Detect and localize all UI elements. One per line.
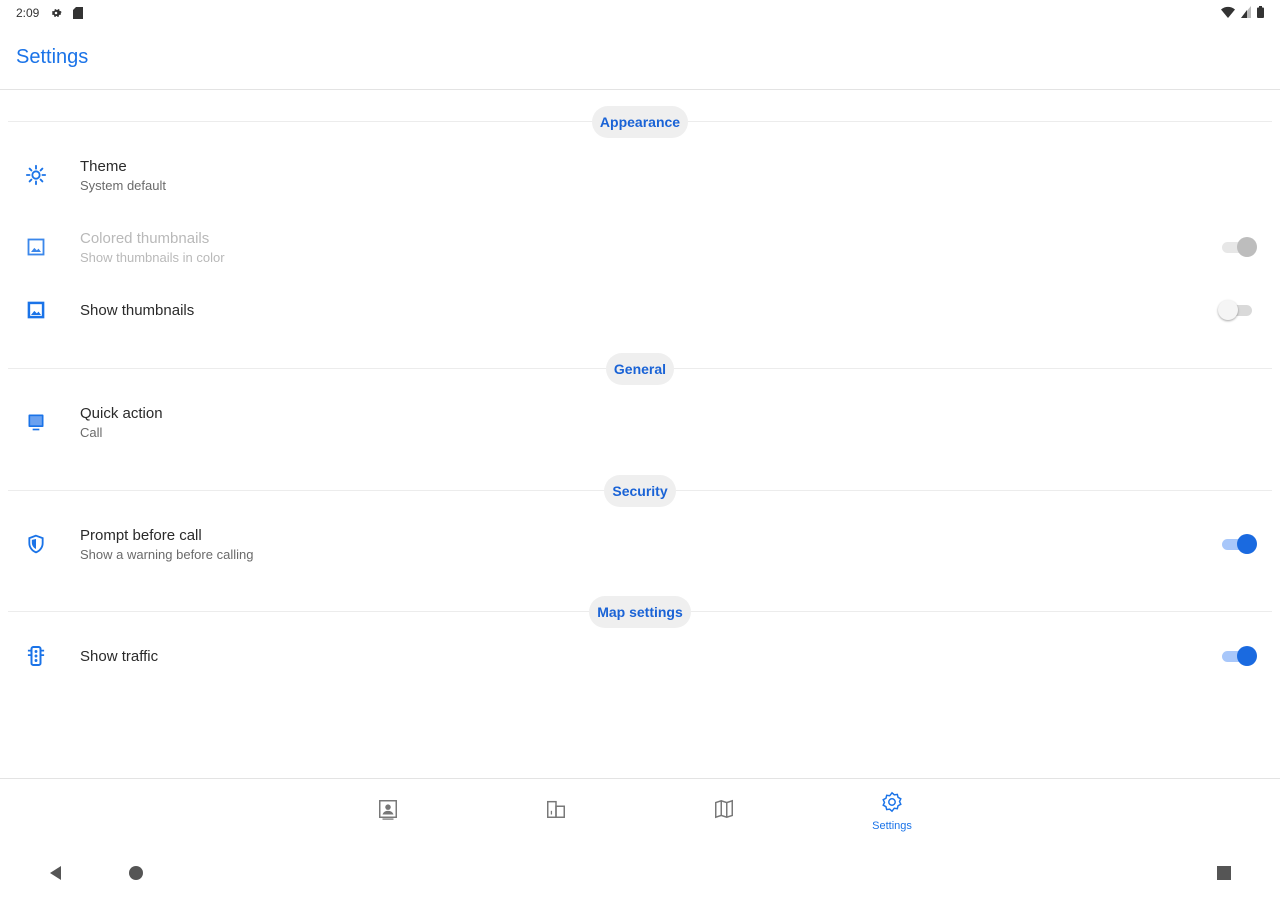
brightness-icon — [24, 163, 48, 187]
nav-item-settings[interactable]: Settings — [852, 779, 932, 843]
setting-label: Colored thumbnails — [80, 229, 210, 247]
shield-icon — [24, 532, 48, 556]
status-bar: 2:09 — [0, 0, 1280, 26]
setting-colored-thumbnails: Colored thumbnails Show thumbnails in co… — [0, 215, 1280, 279]
sim-card-icon — [71, 6, 85, 20]
page-title: Settings — [16, 46, 89, 68]
wifi-icon — [1221, 6, 1235, 21]
section-header-general: General — [8, 352, 1272, 386]
show-traffic-switch[interactable] — [1220, 645, 1257, 667]
show-thumbnails-switch[interactable] — [1218, 299, 1254, 321]
app-bar: Settings — [0, 26, 1280, 90]
settings-status-icon — [49, 6, 63, 20]
traffic-icon — [24, 644, 48, 668]
section-header-appearance: Appearance — [8, 105, 1272, 139]
contacts-icon — [377, 798, 399, 825]
setting-value: Call — [80, 424, 103, 440]
quick-action-icon — [24, 410, 48, 434]
setting-label: Show traffic — [80, 647, 159, 665]
setting-show-thumbnails[interactable]: Show thumbnails — [0, 278, 1280, 342]
setting-label: Theme — [80, 157, 127, 175]
setting-value: System default — [80, 177, 166, 193]
setting-label: Quick action — [80, 404, 163, 422]
status-time: 2:09 — [16, 6, 40, 20]
home-icon[interactable] — [123, 860, 149, 886]
setting-prompt-before-call[interactable]: Prompt before call Show a warning before… — [0, 512, 1280, 576]
recents-icon[interactable] — [1211, 860, 1237, 886]
nav-item-map[interactable] — [684, 779, 764, 843]
buildings-icon — [545, 798, 567, 825]
map-icon — [713, 798, 735, 825]
setting-description: Show thumbnails in color — [80, 249, 225, 265]
signal-icon — [1241, 5, 1251, 21]
nav-label-settings: Settings — [872, 819, 912, 832]
setting-description: Show a warning before calling — [80, 546, 254, 562]
section-header-security: Security — [8, 474, 1272, 508]
prompt-before-call-switch[interactable] — [1220, 533, 1257, 555]
bottom-navigation: Settings — [0, 778, 1280, 842]
setting-label: Show thumbnails — [80, 301, 195, 319]
colored-thumbnails-switch — [1220, 236, 1257, 258]
setting-quick-action[interactable]: Quick action Call — [0, 390, 1280, 454]
section-chip-security: Security — [604, 475, 676, 507]
system-navigation-bar — [0, 846, 1280, 900]
battery-icon — [1257, 5, 1264, 21]
image-outline-icon — [24, 235, 48, 259]
image-icon — [24, 298, 48, 322]
nav-item-buildings[interactable] — [516, 779, 596, 843]
back-icon[interactable] — [43, 860, 69, 886]
nav-item-contacts[interactable] — [348, 779, 428, 843]
section-chip-appearance: Appearance — [591, 106, 689, 138]
section-chip-general: General — [605, 353, 675, 385]
setting-show-traffic[interactable]: Show traffic — [0, 624, 1280, 688]
setting-theme[interactable]: Theme System default — [0, 143, 1280, 207]
settings-icon — [881, 791, 903, 818]
setting-label: Prompt before call — [80, 526, 202, 544]
